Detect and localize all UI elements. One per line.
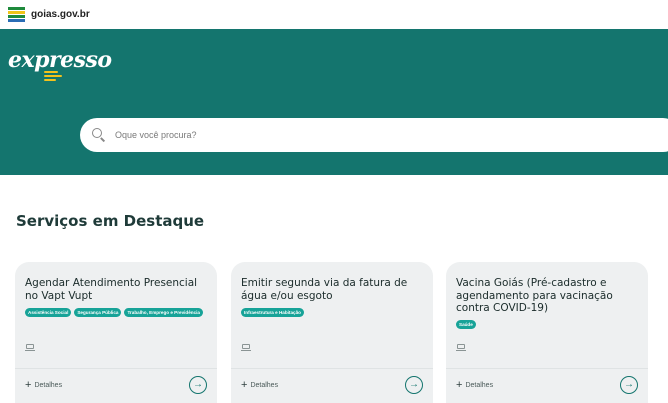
- card-tags: Infraestrutura e Habitação: [241, 308, 427, 317]
- plus-icon: +: [241, 379, 248, 391]
- card-tags: Saúde: [456, 320, 642, 329]
- arrow-right-icon[interactable]: →: [405, 376, 423, 394]
- details-toggle[interactable]: + Detalhes: [456, 379, 494, 391]
- category-tag[interactable]: Assistência Social: [25, 308, 72, 317]
- category-tag[interactable]: Segurança Pública: [74, 308, 122, 317]
- category-tag[interactable]: Saúde: [456, 320, 476, 329]
- divider: [15, 368, 217, 369]
- search-input[interactable]: [115, 130, 515, 140]
- category-tag[interactable]: Trabalho, Emprego e Previdência: [124, 308, 203, 317]
- card-tags: Assistência Social Segurança Pública Tra…: [25, 308, 211, 317]
- details-toggle[interactable]: + Detalhes: [25, 379, 63, 391]
- card-title[interactable]: Agendar Atendimento Presencial no Vapt V…: [25, 277, 211, 302]
- online-service-icon: [456, 344, 466, 351]
- details-label: Detalhes: [34, 381, 63, 389]
- divider: [231, 368, 433, 369]
- details-toggle[interactable]: + Detalhes: [241, 379, 279, 391]
- gov-topbar: goias.gov.br: [0, 0, 668, 29]
- card-title[interactable]: Vacina Goiás (Pré-cadastro e agendamento…: [456, 277, 642, 315]
- plus-icon: +: [25, 379, 32, 391]
- service-card[interactable]: Emitir segunda via da fatura de água e/o…: [231, 262, 433, 403]
- gov-site-link[interactable]: goias.gov.br: [31, 9, 90, 20]
- arrow-right-icon[interactable]: →: [189, 376, 207, 394]
- expresso-logo[interactable]: expresso: [8, 47, 112, 73]
- divider: [446, 368, 648, 369]
- arrow-right-icon[interactable]: →: [620, 376, 638, 394]
- online-service-icon: [241, 344, 251, 351]
- category-tag[interactable]: Infraestrutura e Habitação: [241, 308, 304, 317]
- service-card[interactable]: Vacina Goiás (Pré-cadastro e agendamento…: [446, 262, 648, 403]
- online-service-icon: [25, 344, 35, 351]
- card-title[interactable]: Emitir segunda via da fatura de água e/o…: [241, 277, 427, 302]
- search-icon: [92, 128, 106, 142]
- section-title: Serviços em Destaque: [16, 212, 205, 230]
- details-label: Detalhes: [250, 381, 279, 389]
- logo-accent-lines: [44, 71, 62, 83]
- search-bar[interactable]: [80, 118, 668, 152]
- plus-icon: +: [456, 379, 463, 391]
- goias-flag-icon: [8, 6, 25, 23]
- details-label: Detalhes: [465, 381, 494, 389]
- service-card[interactable]: Agendar Atendimento Presencial no Vapt V…: [15, 262, 217, 403]
- hero-banner: expresso: [0, 29, 668, 175]
